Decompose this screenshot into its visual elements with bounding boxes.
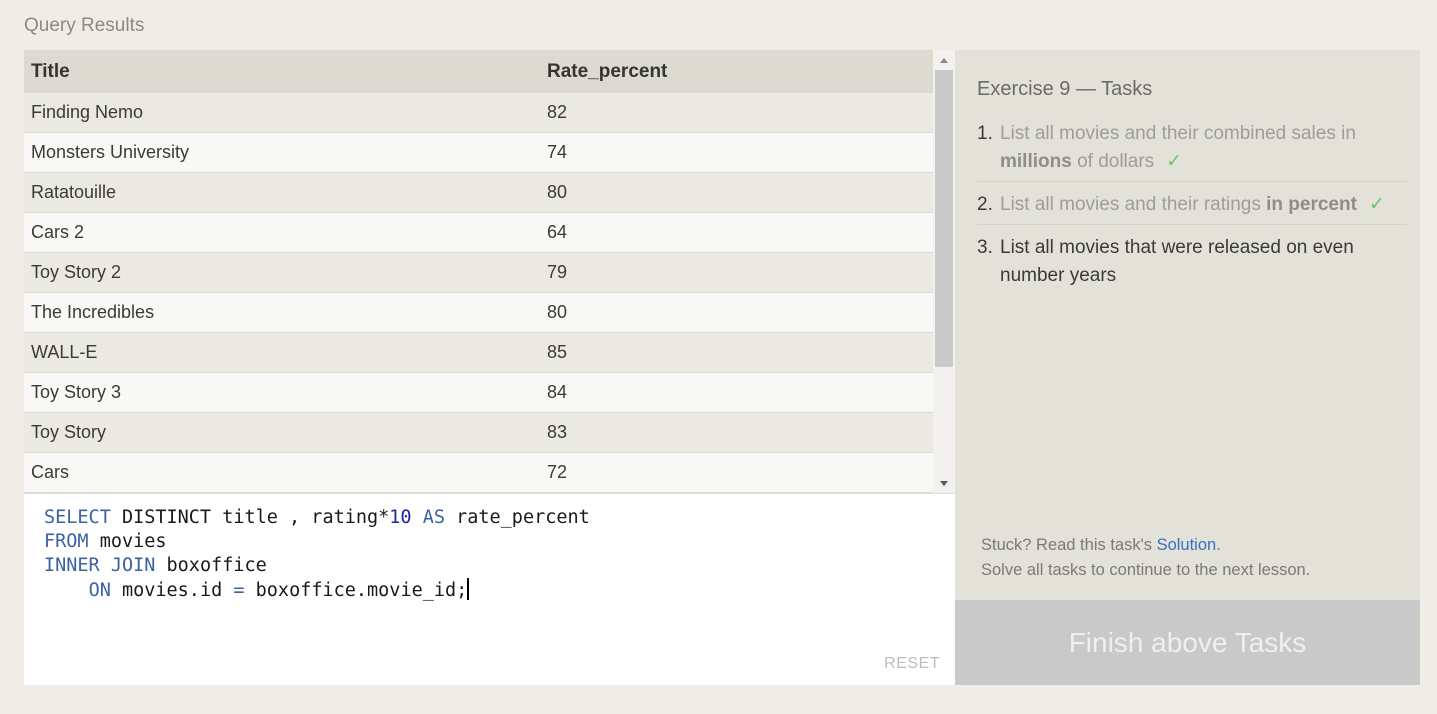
code-keyword: INNER JOIN	[44, 555, 156, 576]
stuck-suffix: .	[1216, 536, 1221, 554]
cell-rate-percent: 82	[547, 102, 568, 122]
scroll-thumb[interactable]	[935, 70, 953, 367]
tasks-title: Exercise 9 — Tasks	[977, 78, 1153, 100]
cell-title: Ratatouille	[31, 182, 117, 202]
code-line: ON movies.id = boxoffice.movie_id;	[44, 578, 590, 603]
code-keyword: AS	[422, 507, 445, 528]
task-item: 2. List all movies and their ratings in p…	[977, 188, 1407, 225]
code-token: DISTINCT title , rating*	[110, 507, 390, 528]
cell-title: Toy Story	[31, 422, 107, 442]
task-text: List all movies that were released on ev…	[1000, 234, 1407, 290]
sql-editor[interactable]: SELECT DISTINCT title , rating*10 AS rat…	[24, 493, 955, 685]
task-text: List all movies and their combined sales…	[1000, 120, 1407, 176]
cell-rate-percent: 83	[547, 422, 568, 442]
table-header-row: Title Rate_percent	[24, 50, 933, 93]
code-line: SELECT DISTINCT title , rating*10 AS rat…	[44, 506, 590, 530]
stuck-prefix: Stuck? Read this task's	[981, 536, 1157, 554]
results-scrollbar[interactable]	[933, 50, 955, 493]
table-row: Ratatouille 80	[24, 173, 933, 213]
scroll-up-arrow-icon[interactable]	[933, 50, 955, 70]
cell-title: Monsters University	[31, 142, 190, 162]
results-label: Query Results	[24, 15, 145, 36]
table-row: The Incredibles 80	[24, 293, 933, 333]
table-body: Finding Nemo 82 Monsters University 74 Ratat…	[24, 93, 933, 493]
continue-text: Solve all tasks to continue to the next …	[981, 561, 1311, 579]
cell-title: Finding Nemo	[31, 102, 144, 122]
cell-title: Toy Story 3	[31, 382, 122, 402]
cell-title: Cars 2	[31, 222, 85, 242]
table-row: Toy Story 3 84	[24, 373, 933, 413]
checkmark-icon: ✓	[1166, 151, 1183, 172]
table-row: Cars 72	[24, 453, 933, 493]
cell-rate-percent: 64	[547, 222, 568, 242]
results-panel: Title Rate_percent Finding Nemo 82 Monster…	[24, 50, 955, 493]
task-text-part: List all movies and their ratings	[1000, 194, 1267, 215]
task-text: List all movies and their ratings in per…	[1000, 191, 1407, 219]
table-row: Monsters University 74	[24, 133, 933, 173]
stuck-hint: Stuck? Read this task's Solution. Solve …	[981, 533, 1310, 583]
task-text-emphasis: millions	[1000, 151, 1072, 172]
column-header-rate-percent: Rate_percent	[547, 60, 668, 82]
cell-title: Cars	[31, 462, 70, 482]
page: Query Results Title Rate_percent Finding…	[0, 0, 1437, 714]
checkmark-icon: ✓	[1368, 194, 1385, 215]
reset-button[interactable]: RESET	[884, 655, 940, 673]
table-row: Toy Story 83	[24, 413, 933, 453]
code-keyword: SELECT	[44, 507, 111, 528]
scroll-down-arrow-icon[interactable]	[933, 473, 955, 493]
task-text-part: of dollars	[1071, 151, 1155, 172]
task-text-part: List all movies and their combined sales…	[1000, 123, 1356, 144]
code-token: rate_percent	[444, 507, 590, 528]
task-number: 3.	[977, 237, 993, 258]
cell-rate-percent: 80	[547, 182, 568, 202]
solution-link[interactable]: Solution	[1157, 536, 1217, 554]
column-header-title: Title	[31, 60, 70, 82]
table-row: Cars 2 64	[24, 213, 933, 253]
task-text-emphasis: in percent	[1266, 194, 1357, 215]
code-keyword: =	[233, 580, 245, 601]
task-text-part: List all movies that were released on ev…	[1000, 237, 1354, 286]
task-item: 3. List all movies that were released on …	[977, 231, 1407, 295]
code-keyword: ON	[88, 580, 111, 601]
cell-rate-percent: 74	[547, 142, 568, 162]
cell-rate-percent: 79	[547, 262, 568, 282]
cell-rate-percent: 72	[547, 462, 568, 482]
code-line: FROM movies	[44, 530, 590, 554]
cell-title: The Incredibles	[31, 302, 155, 322]
cell-rate-percent: 84	[547, 382, 568, 402]
code-token: movies	[88, 531, 167, 552]
cell-rate-percent: 85	[547, 342, 568, 362]
task-number: 1.	[977, 123, 993, 144]
table-row: Toy Story 2 79	[24, 253, 933, 293]
sql-code[interactable]: SELECT DISTINCT title , rating*10 AS rat…	[44, 506, 590, 603]
text-cursor	[467, 578, 470, 600]
table-row: Finding Nemo 82	[24, 93, 933, 133]
finish-tasks-button[interactable]: Finish above Tasks	[955, 600, 1420, 685]
code-token: boxoffice	[155, 555, 267, 576]
cell-title: Toy Story 2	[31, 262, 122, 282]
task-number: 2.	[977, 194, 993, 215]
code-number: 10	[389, 507, 412, 528]
task-list: 1. List all movies and their combined sal…	[977, 117, 1407, 295]
task-item: 1. List all movies and their combined sal…	[977, 117, 1407, 182]
cell-rate-percent: 80	[547, 302, 568, 322]
tasks-panel: Exercise 9 — Tasks 1. List all movies and…	[955, 50, 1420, 600]
results-table: Title Rate_percent Finding Nemo 82 Monster…	[24, 50, 933, 493]
table-row: WALL-E 85	[24, 333, 933, 373]
code-token: boxoffice.movie_id;	[244, 580, 468, 601]
code-line: INNER JOIN boxoffice	[44, 554, 590, 578]
cell-title: WALL-E	[31, 342, 98, 362]
code-keyword: FROM	[44, 531, 89, 552]
code-token: movies.id	[110, 580, 234, 601]
